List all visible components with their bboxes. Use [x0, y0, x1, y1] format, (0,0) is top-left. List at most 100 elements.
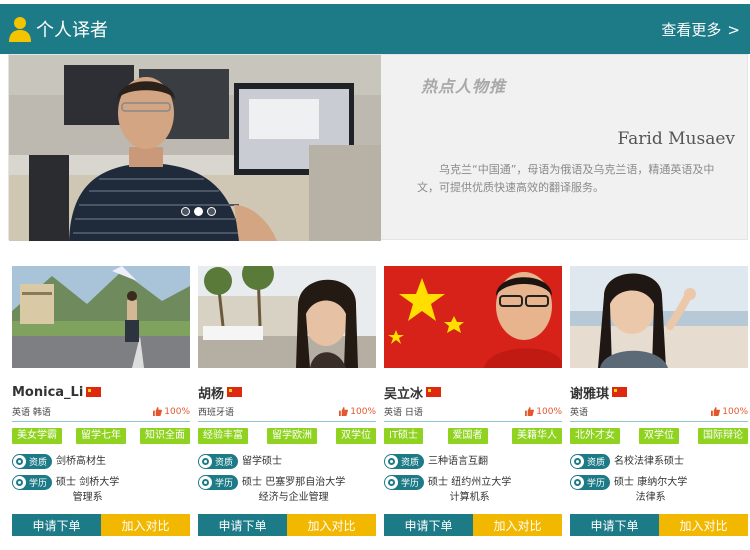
education-row: 学历 硕士 剑桥大学 管理系 — [12, 475, 190, 505]
education-line-2: 计算机系 — [449, 492, 490, 503]
education-value: 硕士 纽约州立大学 计算机系 — [428, 475, 511, 505]
apply-order-button[interactable]: 申请下单 — [198, 514, 287, 536]
resource-value: 名校法律系硕士 — [614, 456, 685, 467]
translator-card[interactable]: 胡杨 西班牙语 100% 经验丰富 留学欧洲 双学位 资质 留学硕士 学历 硕士… — [198, 266, 376, 542]
badge-ring-icon — [571, 476, 584, 489]
apply-order-button[interactable]: 申请下单 — [570, 514, 659, 536]
rating-value: 100% — [536, 406, 562, 417]
resource-row: 资质 剑桥高材生 — [12, 454, 190, 469]
translator-photo[interactable] — [198, 266, 376, 368]
view-more-link[interactable]: 查看更多 > — [661, 19, 740, 40]
education-badge: 学历 — [570, 475, 611, 490]
resource-row: 资质 留学硕士 — [198, 454, 376, 469]
translator-languages: 英语 — [570, 408, 589, 418]
add-compare-button[interactable]: 加入对比 — [101, 514, 190, 536]
translator-tag: 双学位 — [639, 428, 679, 444]
china-flag-icon — [612, 387, 628, 397]
badge-ring-icon — [199, 455, 212, 468]
card-actions: 申请下单 加入对比 — [12, 514, 190, 536]
education-line-2: 管理系 — [72, 492, 103, 503]
badge-ring-icon — [571, 455, 584, 468]
translator-name[interactable]: 胡杨 — [198, 383, 224, 402]
translator-tag: 国际辩论 — [698, 428, 748, 444]
translator-tag: 北外才女 — [570, 428, 620, 444]
china-flag-icon — [426, 387, 442, 397]
translator-rating: 100% — [711, 407, 748, 417]
featured-description: 乌克兰“中国通”，母语为俄语及乌克兰语，精通英语及中文，可提供优质快速高效的翻译… — [417, 163, 715, 194]
education-row: 学历 硕士 纽约州立大学 计算机系 — [384, 475, 562, 505]
translator-tags: 北外才女 双学位 国际辩论 — [570, 428, 748, 444]
section-header: 个人译者 查看更多 > — [0, 4, 750, 54]
china-flag-icon — [86, 387, 102, 397]
translator-tags: 美女学霸 留学七年 知识全面 — [12, 428, 190, 444]
translator-rating: 100% — [525, 407, 562, 417]
badge-ring-icon — [13, 455, 26, 468]
badge-ring-icon — [385, 476, 398, 489]
resource-row: 资质 名校法律系硕士 — [570, 454, 748, 469]
education-label: 学历 — [215, 479, 234, 489]
education-line-2: 法律系 — [635, 492, 666, 503]
translator-photo[interactable] — [570, 266, 748, 368]
translator-rating: 100% — [153, 407, 190, 417]
rating-value: 100% — [722, 406, 748, 417]
translator-tag: 美籍华人 — [512, 428, 562, 444]
education-badge: 学历 — [198, 475, 239, 490]
education-line-1: 硕士 巴塞罗那自治大学 — [242, 477, 346, 488]
header-left: 个人译者 — [8, 16, 108, 42]
add-compare-button[interactable]: 加入对比 — [287, 514, 376, 536]
apply-order-button[interactable]: 申请下单 — [384, 514, 473, 536]
translator-card[interactable]: Monica_Li 英语 韩语 100% 美女学霸 留学七年 知识全面 资质 剑… — [12, 266, 190, 542]
thumbs-up-icon — [339, 407, 349, 416]
resource-value: 留学硕士 — [242, 456, 283, 467]
carousel-dot-3[interactable] — [207, 207, 216, 216]
resource-label: 资质 — [401, 458, 420, 468]
resource-value: 三种语言互翻 — [428, 456, 489, 467]
translator-tag: 美女学霸 — [12, 428, 62, 444]
badge-ring-icon — [385, 455, 398, 468]
china-flag-icon — [227, 387, 243, 397]
featured-photo — [9, 55, 381, 241]
featured-info: 热点人物推 Farid Musaev 乌克兰“中国通”，母语为俄语及乌克兰语，精… — [381, 55, 749, 241]
resource-label: 资质 — [29, 458, 48, 468]
translator-card[interactable]: 谢雅琪 英语 100% 北外才女 双学位 国际辩论 资质 名校法律系硕士 学历 … — [570, 266, 748, 542]
carousel-dot-2[interactable] — [194, 207, 203, 216]
rating-value: 100% — [164, 406, 190, 417]
translator-languages: 英语 韩语 — [12, 408, 51, 418]
translator-meta-row: 英语 韩语 100% — [12, 404, 190, 422]
translator-name-row: Monica_Li — [12, 384, 102, 400]
featured-banner[interactable]: 热点人物推 Farid Musaev 乌克兰“中国通”，母语为俄语及乌克兰语，精… — [8, 54, 749, 241]
badge-ring-icon — [199, 476, 212, 489]
card-actions: 申请下单 加入对比 — [384, 514, 562, 536]
featured-name: Farid Musaev — [617, 129, 735, 149]
rating-value: 100% — [350, 406, 376, 417]
translator-name[interactable]: 吴立冰 — [384, 383, 423, 402]
translator-tags: IT硕士 爱国者 美籍华人 — [384, 428, 562, 444]
translator-meta-row: 英语 日语 100% — [384, 404, 562, 422]
resource-badge: 资质 — [570, 454, 611, 469]
section-title: 个人译者 — [36, 20, 108, 41]
apply-order-button[interactable]: 申请下单 — [12, 514, 101, 536]
user-icon — [9, 17, 31, 42]
education-badge: 学历 — [384, 475, 425, 490]
translator-card[interactable]: 吴立冰 英语 日语 100% IT硕士 爱国者 美籍华人 资质 三种语言互翻 学… — [384, 266, 562, 542]
thumbs-up-icon — [711, 407, 721, 416]
translator-photo[interactable] — [12, 266, 190, 368]
education-line-1: 硕士 康纳尔大学 — [614, 477, 688, 488]
translator-rating: 100% — [339, 407, 376, 417]
carousel-dots — [181, 207, 216, 216]
translator-name[interactable]: Monica_Li — [12, 385, 83, 400]
education-label: 学历 — [29, 479, 48, 489]
resource-label: 资质 — [215, 458, 234, 468]
add-compare-button[interactable]: 加入对比 — [659, 514, 748, 536]
carousel-dot-1[interactable] — [181, 207, 190, 216]
translator-languages: 西班牙语 — [198, 408, 235, 418]
translator-languages: 英语 日语 — [384, 408, 423, 418]
education-row: 学历 硕士 巴塞罗那自治大学 经济与企业管理 — [198, 475, 376, 505]
card-actions: 申请下单 加入对比 — [570, 514, 748, 536]
translator-meta-row: 西班牙语 100% — [198, 404, 376, 422]
education-line-2: 经济与企业管理 — [258, 492, 329, 503]
education-label: 学历 — [401, 479, 420, 489]
translator-photo[interactable] — [384, 266, 562, 368]
translator-name[interactable]: 谢雅琪 — [570, 383, 609, 402]
add-compare-button[interactable]: 加入对比 — [473, 514, 562, 536]
